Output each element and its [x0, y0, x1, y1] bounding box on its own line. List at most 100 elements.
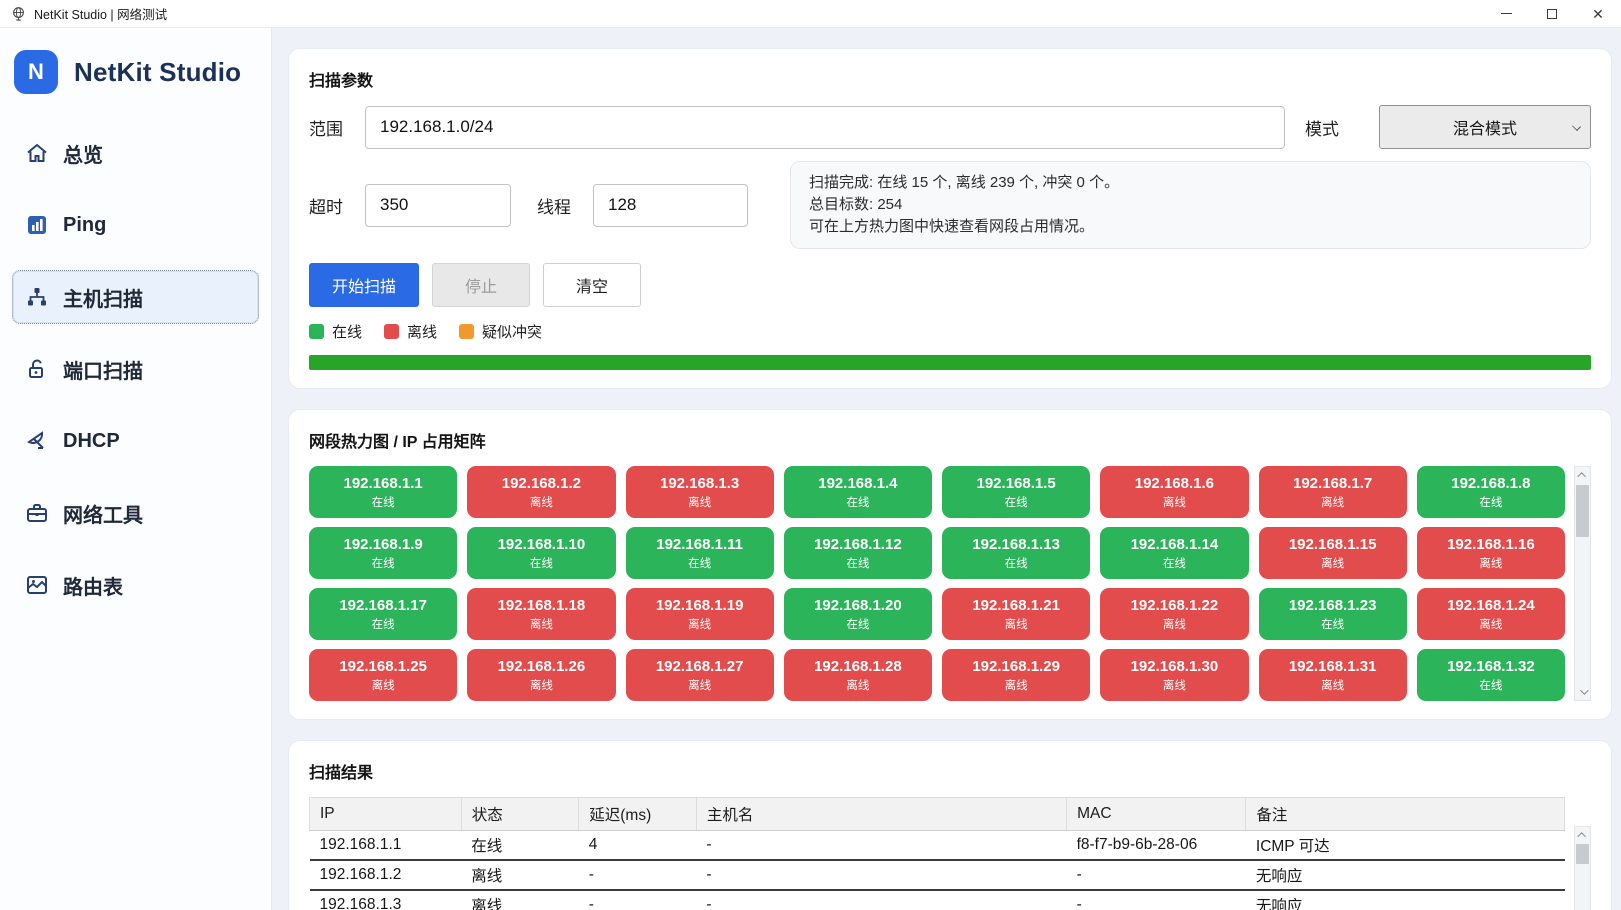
heatmap-card: 网段热力图 / IP 占用矩阵 192.168.1.1在线192.168.1.2…: [288, 409, 1612, 720]
map-icon: [25, 573, 49, 597]
threads-input[interactable]: [593, 184, 748, 227]
timeout-label: 超时: [309, 193, 343, 218]
sidebar-item-label: DHCP: [63, 430, 120, 453]
heatmap-tile: 192.168.1.2离线: [467, 466, 615, 518]
tile-ip: 192.168.1.5: [977, 475, 1056, 492]
tile-ip: 192.168.1.13: [972, 536, 1060, 553]
tile-status: 在线: [846, 494, 869, 510]
tile-status: 离线: [1005, 677, 1028, 693]
heatmap-tile: 192.168.1.11在线: [626, 527, 774, 579]
scan-status-box: 扫描完成: 在线 15 个, 离线 239 个, 冲突 0 个。总目标数: 25…: [790, 161, 1591, 249]
scroll-down-arrow[interactable]: [1575, 684, 1590, 700]
tile-status: 离线: [688, 494, 711, 510]
sidebar-item-7[interactable]: 路由表: [12, 558, 259, 612]
tile-ip: 192.168.1.30: [1131, 658, 1219, 675]
heatmap-tile: 192.168.1.18离线: [467, 588, 615, 640]
scroll-thumb[interactable]: [1576, 844, 1589, 864]
logo-badge: N: [14, 50, 58, 94]
tile-ip: 192.168.1.7: [1293, 475, 1372, 492]
scroll-up-arrow[interactable]: [1575, 827, 1590, 843]
mode-label: 模式: [1305, 115, 1339, 140]
legend-label: 疑似冲突: [482, 321, 542, 342]
sidebar-item-label: 总览: [63, 139, 103, 168]
app-logo: N NetKit Studio: [14, 50, 271, 94]
heatmap-tile: 192.168.1.10 在线: [467, 527, 615, 579]
tile-ip: 192.168.1.6: [1135, 475, 1214, 492]
scroll-up-arrow[interactable]: [1575, 467, 1590, 483]
heatmap-tile: 192.168.1.24离线: [1417, 588, 1565, 640]
results-scrollbar[interactable]: [1574, 826, 1591, 910]
stop-button[interactable]: 停止: [432, 263, 530, 307]
sidebar-item-3[interactable]: 主机扫描: [12, 270, 259, 324]
scan-progress-bar: [309, 355, 1591, 370]
sidebar-nav: 总览 Ping 主机扫描端口扫描 DHCP 网络工具路由表: [0, 126, 271, 612]
main-content: 扫描参数 范围 模式 混合模式 超时 线程 扫描完成: 在线 15 个, 离线 …: [272, 28, 1621, 910]
table-row[interactable]: 192.168.1.2离线---无响应: [310, 860, 1565, 890]
table-cell: 离线: [461, 890, 579, 910]
title-bar: NetKit Studio | 网络测试 ✕: [0, 0, 1621, 28]
sidebar-item-2[interactable]: Ping: [12, 198, 259, 252]
sidebar-item-4[interactable]: 端口扫描: [12, 342, 259, 396]
table-cell: 192.168.1.1: [310, 831, 462, 861]
mode-selected-value: 混合模式: [1453, 115, 1517, 139]
tile-status: 离线: [1005, 616, 1028, 632]
tile-status: 在线: [1005, 494, 1028, 510]
bar-chart-icon: [25, 213, 49, 237]
status-legend: 在线离线疑似冲突: [309, 321, 1591, 342]
tile-ip: 192.168.1.19: [656, 597, 744, 614]
tile-status: 在线: [372, 494, 395, 510]
tile-status: 离线: [1479, 616, 1502, 632]
mode-select[interactable]: 混合模式: [1379, 105, 1591, 149]
column-header: 状态: [461, 798, 579, 831]
scroll-thumb[interactable]: [1576, 485, 1589, 537]
tile-ip: 192.168.1.12: [814, 536, 902, 553]
tile-status: 离线: [530, 494, 553, 510]
legend-item: 离线: [384, 321, 437, 342]
start-scan-button[interactable]: 开始扫描: [309, 263, 419, 307]
maximize-button[interactable]: [1529, 0, 1575, 28]
padlock-icon: [25, 357, 49, 381]
tile-status: 在线: [1321, 616, 1344, 632]
tile-status: 在线: [1479, 494, 1502, 510]
tile-status: 在线: [372, 555, 395, 571]
tile-status: 离线: [688, 616, 711, 632]
app-globe-icon: [10, 6, 26, 22]
heatmap-tile: 192.168.1.32在线: [1417, 649, 1565, 701]
sidebar-item-5[interactable]: DHCP: [12, 414, 259, 468]
table-cell: f8-f7-b9-6b-28-06: [1067, 831, 1246, 861]
sidebar-item-label: 端口扫描: [63, 355, 143, 384]
table-row[interactable]: 192.168.1.1在线4-f8-f7-b9-6b-28-06ICMP 可达: [310, 831, 1565, 861]
scroll-track[interactable]: [1575, 483, 1590, 684]
tile-ip: 192.168.1.1: [344, 475, 423, 492]
heatmap-tile: 192.168.1.26离线: [467, 649, 615, 701]
sidebar-item-6[interactable]: 网络工具: [12, 486, 259, 540]
minimize-button[interactable]: [1483, 0, 1529, 28]
tile-ip: 192.168.1.10: [498, 536, 586, 553]
timeout-input[interactable]: [365, 184, 511, 227]
scroll-track[interactable]: [1575, 843, 1590, 910]
legend-swatch: [384, 324, 399, 339]
scan-params-card: 扫描参数 范围 模式 混合模式 超时 线程 扫描完成: 在线 15 个, 离线 …: [288, 48, 1612, 389]
tile-status: 在线: [1163, 555, 1186, 571]
heatmap-tile: 192.168.1.17在线: [309, 588, 457, 640]
column-header: 延迟(ms): [579, 798, 697, 831]
heatmap-tile: 192.168.1.3离线: [626, 466, 774, 518]
table-cell: 192.168.1.3: [310, 890, 462, 910]
tile-ip: 192.168.1.32: [1447, 658, 1535, 675]
table-row[interactable]: 192.168.1.3离线---无响应: [310, 890, 1565, 910]
tile-status: 离线: [1479, 555, 1502, 571]
range-input[interactable]: [365, 106, 1285, 149]
tile-status: 在线: [530, 555, 553, 571]
tile-ip: 192.168.1.20: [814, 597, 902, 614]
tile-status: 离线: [846, 677, 869, 693]
legend-item: 疑似冲突: [459, 321, 542, 342]
sidebar-item-1[interactable]: 总览: [12, 126, 259, 180]
clear-button[interactable]: 清空: [543, 263, 641, 307]
close-button[interactable]: ✕: [1575, 0, 1621, 28]
heatmap-tile: 192.168.1.12在线: [784, 527, 932, 579]
heatmap-tile: 192.168.1.27离线: [626, 649, 774, 701]
heatmap-scrollbar[interactable]: [1574, 466, 1591, 701]
heatmap-tile: 192.168.1.21离线: [942, 588, 1090, 640]
heatmap-tile: 192.168.1.14在线: [1100, 527, 1248, 579]
home-icon: [25, 141, 49, 165]
